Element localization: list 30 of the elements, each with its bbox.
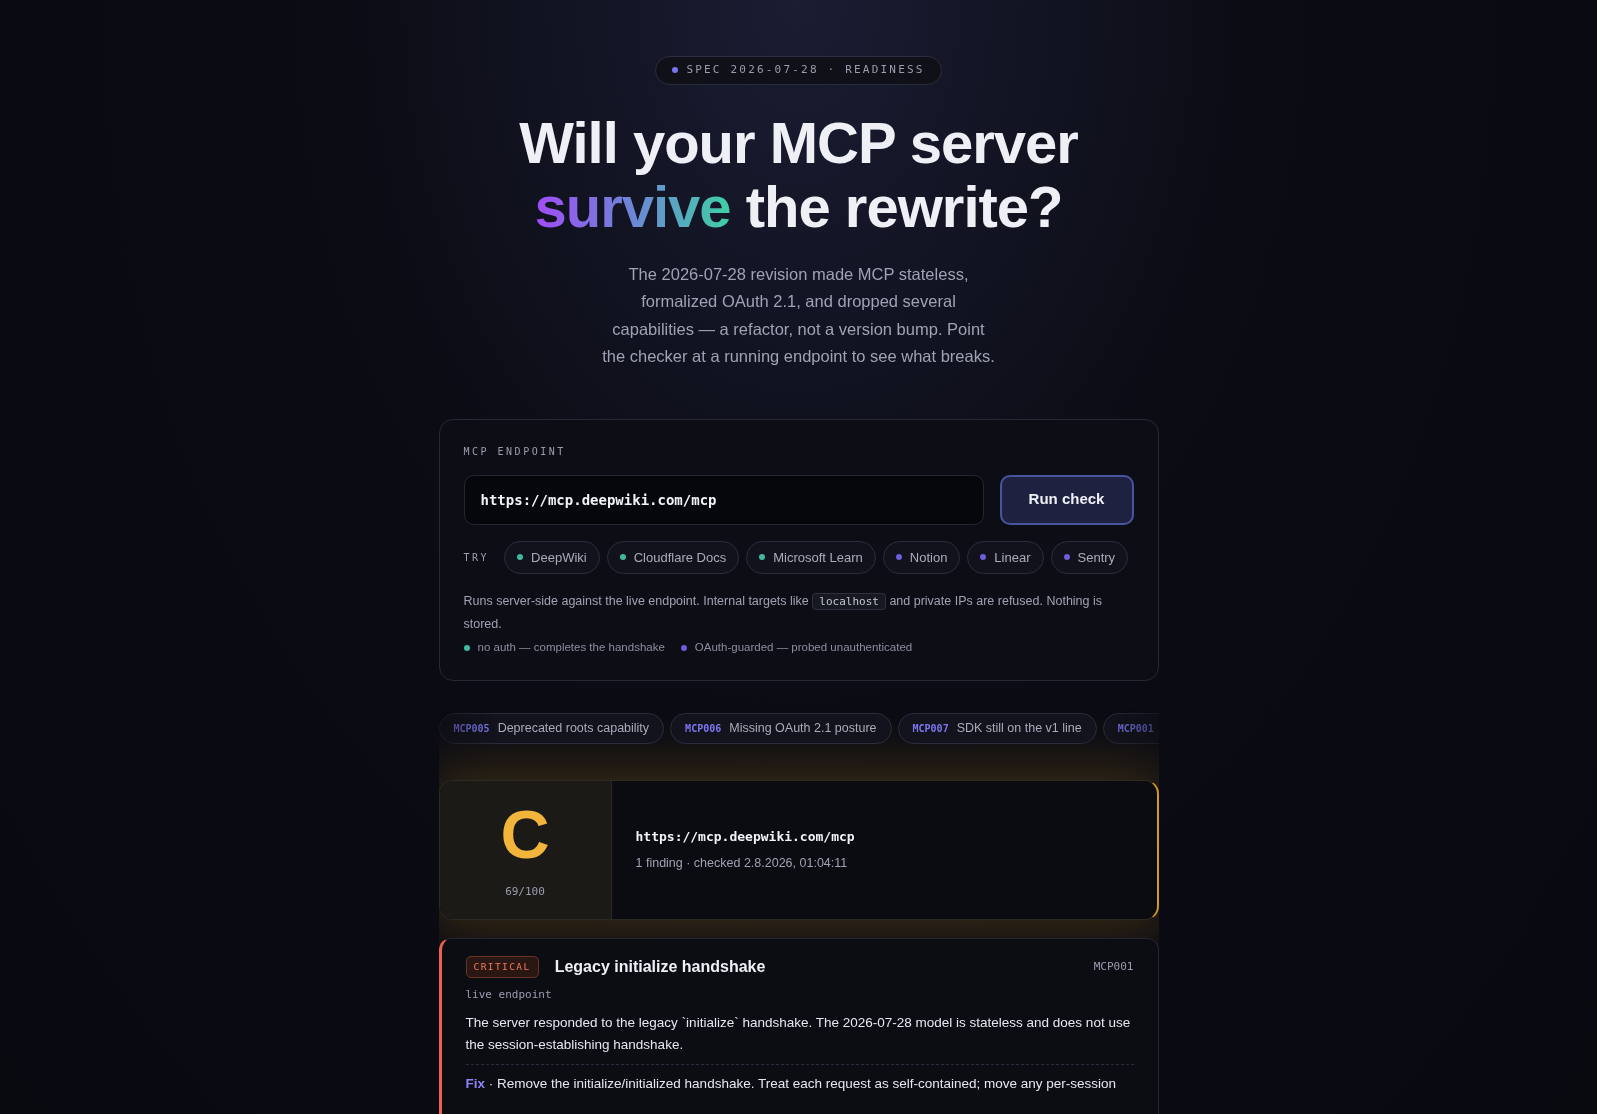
finding-description: The server responded to the legacy `initialize` handshake. The 2026-07-28 model is stateless and does not use the session-establishing handshake.: [465, 1011, 1134, 1065]
result-meta: 1 finding · checked 2.8.2026, 01:04:11: [635, 855, 849, 873]
field-label: MCP ENDPOINT: [463, 444, 567, 459]
headline: Will your MCP server survive the rewrite?: [518, 110, 1079, 239]
rule-chip: MCP001: [1102, 713, 1159, 744]
result-url: https://mcp.deepwiki.com/mcp: [635, 827, 855, 846]
severity-tag: CRITICAL: [465, 955, 539, 979]
example-chip[interactable]: Cloudflare Docs: [606, 540, 740, 574]
example-chip[interactable]: Sentry: [1050, 540, 1129, 574]
legend-text: OAuth-guarded — probed unauthenticated: [694, 640, 913, 655]
url-input-field[interactable]: https://mcp.deepwiki.com/mcp: [463, 474, 984, 525]
example-chip[interactable]: DeepWiki: [504, 540, 600, 574]
grade-letter: C: [500, 799, 550, 868]
try-label: TRY: [463, 550, 490, 565]
rule-code: MCP001: [1093, 958, 1134, 975]
example-chip[interactable]: Microsoft Learn: [746, 540, 876, 574]
privacy-note: Runs server-side against the live endpoint. Internal targets like localhost and private IPs are refused. Nothing is stored.: [463, 592, 1103, 633]
score-text: 69/100: [505, 883, 545, 900]
legend-text: no auth — completes the handshake: [477, 640, 665, 655]
finding-title: Legacy initialize handshake: [554, 957, 766, 977]
source-text: live endpoint: [465, 987, 553, 1003]
rule-chip: MCP006 Missing OAuth 2.1 posture: [670, 713, 892, 744]
fix-text: Fix · Remove the initialize/initialized handshake. Treat each request as self-contained; move any per-session: [465, 1074, 1118, 1093]
rule-chip: MCP007 SDK still on the v1 line: [897, 713, 1097, 744]
run-check-button[interactable]: Run check: [999, 474, 1134, 525]
example-chip[interactable]: Notion: [882, 540, 961, 574]
example-chip[interactable]: Linear: [967, 540, 1044, 574]
intro-paragraph: The 2026-07-28 revision made MCP stateless, formalized OAuth 2.1, and dropped several capabilities — a refactor, not a version bump. Point the checker at a running endpoint to see what breaks.: [601, 263, 996, 367]
rule-chip: MCP005 Deprecated roots capability: [438, 713, 665, 744]
spec-badge: SPEC 2026-07-28 · READINESS: [655, 56, 942, 85]
